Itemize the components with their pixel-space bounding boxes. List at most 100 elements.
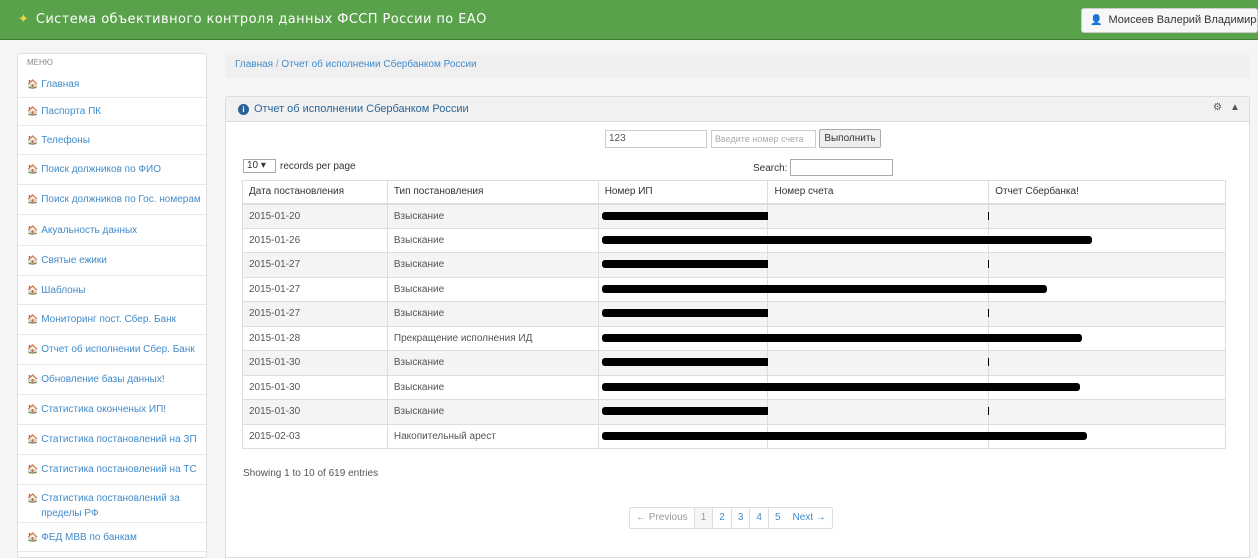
home-icon: 🏠 (27, 284, 39, 295)
sidebar-item-label: Телефоны (41, 134, 90, 146)
sidebar-item[interactable]: 🏠 Статистика постановлений на ЗП (18, 425, 206, 455)
account-number-cell (767, 350, 990, 376)
page-number-button[interactable]: 4 (750, 508, 769, 528)
home-icon: 🏠 (27, 78, 39, 89)
breadcrumb-home[interactable]: Главная (235, 59, 273, 70)
type-cell: Взыскание (386, 350, 599, 376)
ip-number-cell (597, 276, 1047, 302)
account-number-cell (767, 399, 990, 425)
sidebar-item[interactable]: 🏠 Святые ежики (18, 246, 206, 276)
sidebar-item-label: Святые ежики (41, 255, 107, 266)
table-row[interactable]: 2015-01-26 Взыскание (242, 227, 1226, 253)
emblem-icon: ✦ (18, 12, 30, 27)
type-cell: Взыскание (386, 374, 599, 400)
menu-label: МЕНЮ (27, 58, 53, 67)
table-row[interactable]: 2015-01-27 Взыскание (242, 276, 1226, 302)
column-header[interactable]: Отчет Сбербанка! (988, 180, 1226, 205)
sberbank-report-cell (988, 374, 1226, 400)
page-number-button[interactable]: 5 (769, 508, 787, 528)
date-cell: 2015-01-30 (242, 374, 388, 400)
home-icon: 🏠 (27, 531, 39, 542)
sidebar-item[interactable]: 🏠 Поиск должников по Гос. номерам (18, 185, 206, 215)
sidebar-item[interactable]: 🏠 Телефоны (18, 126, 206, 155)
table-row[interactable]: 2015-01-28 Прекращение исполнения ИД (242, 325, 1226, 351)
report-panel: i Отчет об исполнении Сбербанком России … (225, 96, 1250, 558)
sidebar-item-label: Мониторинг пост. Сбер. Банк (41, 314, 176, 325)
sberbank-report-cell (988, 399, 1226, 425)
column-header[interactable]: Номер ИП (597, 180, 769, 205)
number-input[interactable]: 123 (605, 130, 707, 148)
sberbank-report-cell (988, 276, 1226, 302)
table-row[interactable]: 2015-01-20 Взыскание (242, 203, 1226, 229)
sidebar-item-label: ФЕД МВВ по банкам (41, 531, 137, 543)
search-input[interactable] (790, 159, 893, 176)
column-header[interactable]: Номер счета (767, 180, 990, 205)
previous-page-button[interactable]: ← Previous (630, 508, 695, 528)
table-row[interactable]: 2015-01-30 Взыскание (242, 374, 1226, 400)
table-row[interactable]: 2015-02-03 Накопительный арест (242, 423, 1226, 449)
user-icon: 👤 (1090, 15, 1103, 26)
account-number-cell (767, 252, 990, 278)
pagination: ← Previous 12345 Next → (629, 507, 833, 529)
table-row[interactable]: 2015-01-27 Взыскание (242, 252, 1226, 278)
sberbank-report-cell (988, 301, 1226, 327)
ip-number-cell (597, 325, 1082, 351)
sidebar-item-label: Шаблоны (41, 284, 86, 296)
sidebar-item[interactable]: 🏠 Акуальность данных (18, 215, 206, 246)
ip-number-cell (597, 423, 1087, 449)
sidebar-item[interactable]: 🏠 Статистика оконченых ИП! (18, 395, 206, 425)
home-icon: 🏠 (27, 224, 39, 235)
sberbank-report-cell (988, 423, 1226, 449)
sberbank-report-cell (988, 350, 1226, 376)
sidebar-item[interactable]: 🏠 ФЕД МВВ по банкам (18, 523, 206, 552)
sidebar-item[interactable]: 🏠 Главная (18, 71, 206, 98)
sidebar-item[interactable]: 🏠Отчет по ЛТП 1 (18, 552, 206, 557)
page-number-button[interactable]: 1 (694, 508, 714, 528)
sidebar-item[interactable]: 🏠 Паспорта ПК (18, 98, 206, 126)
sidebar-item-label: Поиск должников по Гос. номерам (41, 194, 201, 205)
home-icon: 🏠 (27, 164, 39, 174)
next-page-button[interactable]: Next → (787, 508, 832, 528)
sidebar-item[interactable]: 🏠 Мониторинг пост. Сбер. Банк (18, 305, 206, 335)
user-menu-button[interactable]: 👤 Моисеев Валерий Владимирович (1081, 8, 1258, 33)
collapse-icon[interactable]: ▲ (1230, 102, 1240, 113)
per-page-select[interactable]: 10 ▾ (243, 159, 276, 173)
ip-number-cell (597, 374, 1080, 400)
panel-title: i Отчет об исполнении Сбербанком России (238, 103, 469, 115)
sidebar-item[interactable]: 🏠 Статистика постановлений за пределы РФ (18, 485, 206, 523)
sidebar-item-label: Статистика оконченых ИП! (41, 404, 167, 415)
home-icon: 🏠 (27, 194, 39, 204)
account-number-input[interactable]: Введите номер счета (711, 130, 816, 148)
table-row[interactable]: 2015-01-30 Взыскание (242, 350, 1226, 376)
sidebar-item[interactable]: 🏠 Поиск должников по ФИО (18, 155, 206, 185)
date-cell: 2015-01-28 (242, 325, 388, 351)
table-row[interactable]: 2015-01-27 Взыскание (242, 301, 1226, 327)
ip-number-cell (597, 227, 1092, 253)
column-header[interactable]: Дата постановления (242, 180, 388, 205)
search-label: Search: (753, 163, 788, 174)
home-icon: 🏠 (27, 314, 39, 324)
table-header-row: Дата постановления Тип постановления Номер… (242, 180, 1226, 205)
home-icon: 🏠 (27, 374, 39, 384)
page-number-button[interactable]: 2 (713, 508, 732, 528)
date-cell: 2015-01-20 (242, 203, 388, 229)
app-brand[interactable]: ✦ Система объективного контроля данных Ф… (18, 12, 487, 27)
sidebar-item[interactable]: 🏠 Статистика постановлений на ТС (18, 455, 206, 485)
table-row[interactable]: 2015-01-30 Взыскание (242, 399, 1226, 425)
sidebar-item[interactable]: 🏠 Обновление базы данных! (18, 365, 206, 395)
app-title: Система объективного контроля данных ФСС… (35, 12, 487, 27)
account-number-cell (767, 276, 990, 302)
type-cell: Прекращение исполнения ИД (386, 325, 599, 351)
execute-button[interactable]: Выполнить (819, 129, 881, 148)
page-number-button[interactable]: 3 (732, 508, 751, 528)
sidebar-item-label: Статистика постановлений на ТС (41, 464, 197, 475)
sidebar-item-label: Статистика постановлений за пределы РФ (41, 493, 180, 519)
column-header[interactable]: Тип постановления (386, 180, 599, 205)
sidebar-item-label: Статистика постановлений на ЗП (41, 434, 197, 445)
account-number-cell (767, 374, 990, 400)
sidebar-item[interactable]: 🏠 Шаблоны (18, 276, 206, 305)
sidebar-menu: МЕНЮ 🏠 Главная 🏠 Паспорта ПК 🏠 Телефоны 🏠 Поиск… (17, 53, 207, 558)
settings-icon[interactable]: ⚙ (1213, 102, 1222, 113)
sidebar-item[interactable]: 🏠 Отчет об исполнении Сбер. Банк (18, 335, 206, 365)
per-page-label: records per page (280, 160, 356, 172)
